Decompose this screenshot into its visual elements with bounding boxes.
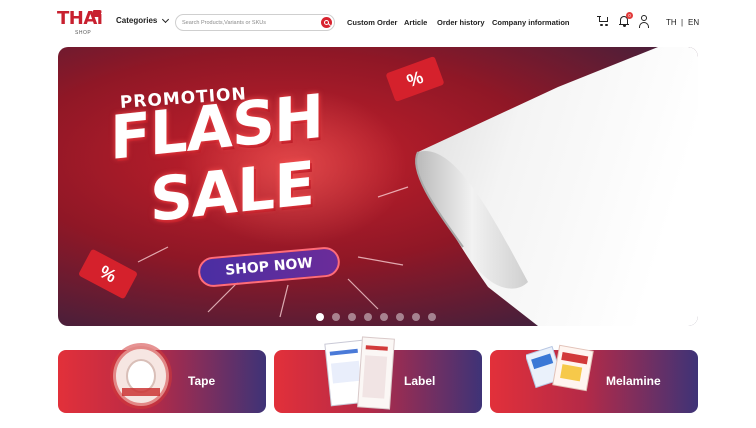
nav-article[interactable]: Article bbox=[404, 18, 427, 27]
top-header: THAi SHOP Categories Custom Order Articl… bbox=[0, 0, 756, 44]
logo-subtext: SHOP bbox=[75, 30, 92, 36]
nav-custom-order[interactable]: Custom Order bbox=[347, 18, 397, 27]
carousel-dot[interactable] bbox=[332, 313, 340, 321]
category-card-melamine[interactable]: Melamine bbox=[490, 344, 698, 413]
tape-roll-image bbox=[110, 343, 172, 409]
language-en[interactable]: EN bbox=[688, 18, 699, 27]
category-card-tape[interactable]: Tape bbox=[58, 343, 266, 413]
carousel-dot[interactable] bbox=[380, 313, 388, 321]
cart-icon-wheel bbox=[605, 23, 608, 26]
user-icon-head bbox=[641, 15, 647, 21]
category-label-tape: Tape bbox=[188, 374, 216, 388]
nav-company-information[interactable]: Company information bbox=[492, 18, 570, 27]
search-input[interactable] bbox=[182, 17, 312, 28]
bell-clapper bbox=[622, 25, 626, 27]
promo-banner-carousel[interactable]: % % PROMOTION FLASH SALE SHOP NOW bbox=[58, 47, 698, 326]
sale-headline: SALE bbox=[150, 148, 314, 237]
category-label-melamine: Melamine bbox=[606, 374, 661, 388]
carousel-dot[interactable] bbox=[348, 313, 356, 321]
carousel-dot[interactable] bbox=[316, 313, 324, 321]
cart-icon-wheel bbox=[600, 23, 603, 26]
user-account-icon[interactable] bbox=[638, 15, 650, 28]
logo-bag-icon bbox=[93, 10, 101, 17]
carousel-dot[interactable] bbox=[396, 313, 404, 321]
thai-shop-logo[interactable]: THAi SHOP bbox=[57, 9, 103, 37]
carousel-dot[interactable] bbox=[364, 313, 372, 321]
search-icon-handle bbox=[327, 23, 331, 26]
categories-dropdown[interactable]: Categories bbox=[116, 15, 170, 25]
nav-order-history[interactable]: Order history bbox=[437, 18, 485, 27]
search-button[interactable] bbox=[321, 17, 332, 28]
cart-icon[interactable] bbox=[597, 15, 610, 27]
cart-icon-basket bbox=[599, 17, 608, 22]
category-card-label[interactable]: Label bbox=[274, 336, 482, 413]
categories-label: Categories bbox=[116, 16, 158, 25]
carousel-pagination bbox=[316, 313, 436, 321]
language-separator: | bbox=[681, 18, 684, 27]
category-label-label: Label bbox=[404, 374, 436, 388]
language-th[interactable]: TH bbox=[666, 18, 677, 27]
melamine-package-image bbox=[526, 344, 594, 392]
label-sheets-image bbox=[324, 336, 395, 410]
carousel-dot[interactable] bbox=[428, 313, 436, 321]
chevron-down-icon bbox=[162, 15, 170, 23]
carousel-dot[interactable] bbox=[412, 313, 420, 321]
notification-count-badge: 0 bbox=[626, 12, 633, 19]
user-icon-body bbox=[639, 21, 649, 28]
search-bar bbox=[175, 14, 335, 31]
